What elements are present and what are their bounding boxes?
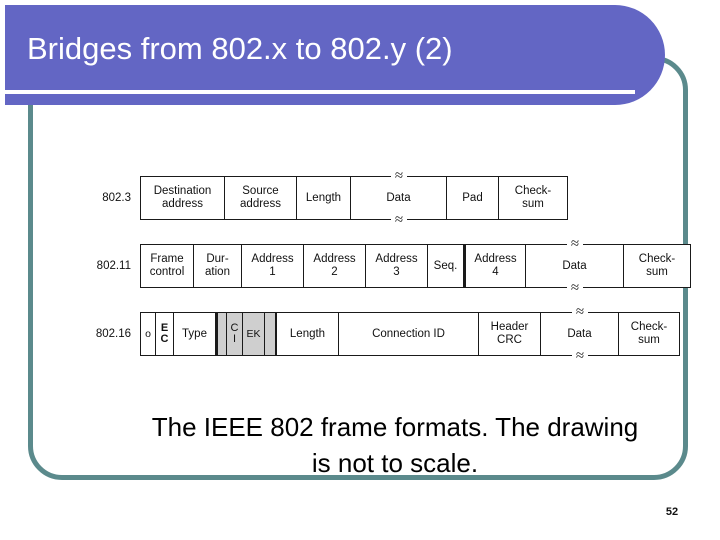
ieee-802-frame-formats-diagram: 802.3 Destination address Source address Le… xyxy=(53,161,691,391)
frame-field-address-3: Address 3 xyxy=(366,245,428,287)
frame-field-data: Data ≈ ≈ xyxy=(541,305,619,364)
frame-field-label: Frame control xyxy=(149,253,185,278)
title-divider xyxy=(5,90,635,94)
variable-length-break-icon: ≈ xyxy=(390,169,407,184)
frame-field-stacked-label: EC xyxy=(161,323,169,345)
frame-field-label: Address 4 xyxy=(474,253,517,278)
frame-field-label: Address 3 xyxy=(375,253,418,278)
frame-field-dur-ation: Dur- ation xyxy=(194,245,242,287)
frame-field-label: Source address xyxy=(240,185,281,210)
frame-field-length: Length xyxy=(297,177,351,219)
slide-canvas: Bridges from 802.x to 802.y (2) 802.3 Des… xyxy=(0,0,720,540)
page-title: Bridges from 802.x to 802.y (2) xyxy=(27,31,453,66)
frame-field-char: I xyxy=(232,333,237,345)
frame-field-char: C xyxy=(160,333,169,345)
frame-field-label: Destination address xyxy=(153,185,212,210)
frame-field-data: Data ≈ ≈ xyxy=(526,237,624,296)
frame-field-source-address: Source address xyxy=(225,177,297,219)
frame-fields: Destination address Source address Length D… xyxy=(140,169,568,228)
frame-field-ec: EC xyxy=(156,313,174,355)
frame-field-destination-address: Destination address xyxy=(141,177,225,219)
frame-row-802-11: 802.11 Frame control Dur- ation Address 1 Ad… xyxy=(53,237,691,296)
frame-field-label: Pad xyxy=(462,191,483,204)
slide-caption: The IEEE 802 frame formats. The drawing … xyxy=(81,409,709,481)
page-number: 52 xyxy=(665,506,679,518)
frame-field-label: o xyxy=(145,327,151,340)
frame-field-ek: EK xyxy=(243,313,265,355)
frame-field-label: Type xyxy=(182,327,207,340)
caption-line-2: is not to scale. xyxy=(311,448,479,478)
frame-field-length: Length xyxy=(277,313,339,355)
frame-fields: Frame control Dur- ation Address 1 Address … xyxy=(140,237,691,296)
frame-field-connection-id: Connection ID xyxy=(339,313,479,355)
frame-field-frame-control: Frame control xyxy=(141,245,194,287)
frame-field-label: Check- sum xyxy=(514,185,552,210)
caption-line-1: The IEEE 802 frame formats. The drawing xyxy=(151,412,639,442)
frame-field-label: Seq. xyxy=(433,259,458,272)
variable-length-break-icon: ≈ xyxy=(571,305,588,320)
frame-field-data: Data ≈ ≈ xyxy=(351,169,447,228)
frame-field-spacer xyxy=(265,313,277,355)
frame-field-address-4: Address 4 xyxy=(464,245,526,287)
frame-field-address-1: Address 1 xyxy=(242,245,304,287)
frame-field-label: Check- sum xyxy=(630,321,668,346)
frame-field-label: Length xyxy=(289,327,326,340)
frame-field-seq: Seq. xyxy=(428,245,464,287)
frame-fields: o E C Type C I EK Length Connection ID Header CRC… xyxy=(140,305,680,364)
frame-field-o: o xyxy=(141,313,156,355)
variable-length-break-icon: ≈ xyxy=(390,213,407,228)
frame-row-label: 802.3 xyxy=(102,192,131,204)
frame-field-stacked-label: CI xyxy=(231,323,239,345)
frame-field-pad: Pad xyxy=(447,177,499,219)
title-bar: Bridges from 802.x to 802.y (2) xyxy=(5,5,665,105)
frame-field-ci: CI xyxy=(227,313,243,355)
frame-field-spacer xyxy=(216,313,227,355)
frame-field-check-sum: Check- sum xyxy=(499,177,567,219)
frame-row-label: 802.16 xyxy=(95,328,131,340)
frame-field-address-2: Address 2 xyxy=(304,245,366,287)
frame-row-802-3: 802.3 Destination address Source address Le… xyxy=(53,169,685,228)
frame-field-label: Address 2 xyxy=(313,253,356,278)
variable-length-break-icon: ≈ xyxy=(571,349,588,364)
frame-field-label: Data xyxy=(562,259,587,272)
content-frame: Bridges from 802.x to 802.y (2) 802.3 Des… xyxy=(5,5,691,480)
frame-row-label: 802.11 xyxy=(96,260,131,272)
variable-length-break-icon: ≈ xyxy=(566,237,583,252)
frame-field-check-sum: Check- sum xyxy=(619,313,679,355)
frame-field-type: Type xyxy=(174,313,216,355)
frame-field-header-crc: Header CRC xyxy=(479,313,541,355)
frame-field-label: Check- sum xyxy=(638,253,676,278)
frame-field-label: Address 1 xyxy=(251,253,294,278)
frame-field-check-sum: Check- sum xyxy=(624,245,690,287)
frame-field-label: Data xyxy=(386,191,411,204)
frame-field-label: Header CRC xyxy=(490,321,529,346)
frame-field-label: Dur- ation xyxy=(205,253,230,278)
frame-field-label: Data xyxy=(567,327,592,340)
frame-field-label: EK xyxy=(246,327,261,340)
frame-field-label: Length xyxy=(305,191,342,204)
frame-row-802-16: 802.16 o E C Type C I EK Length Connection ID Head… xyxy=(53,305,685,364)
frame-field-label: Connection ID xyxy=(372,327,445,340)
variable-length-break-icon: ≈ xyxy=(566,281,583,296)
